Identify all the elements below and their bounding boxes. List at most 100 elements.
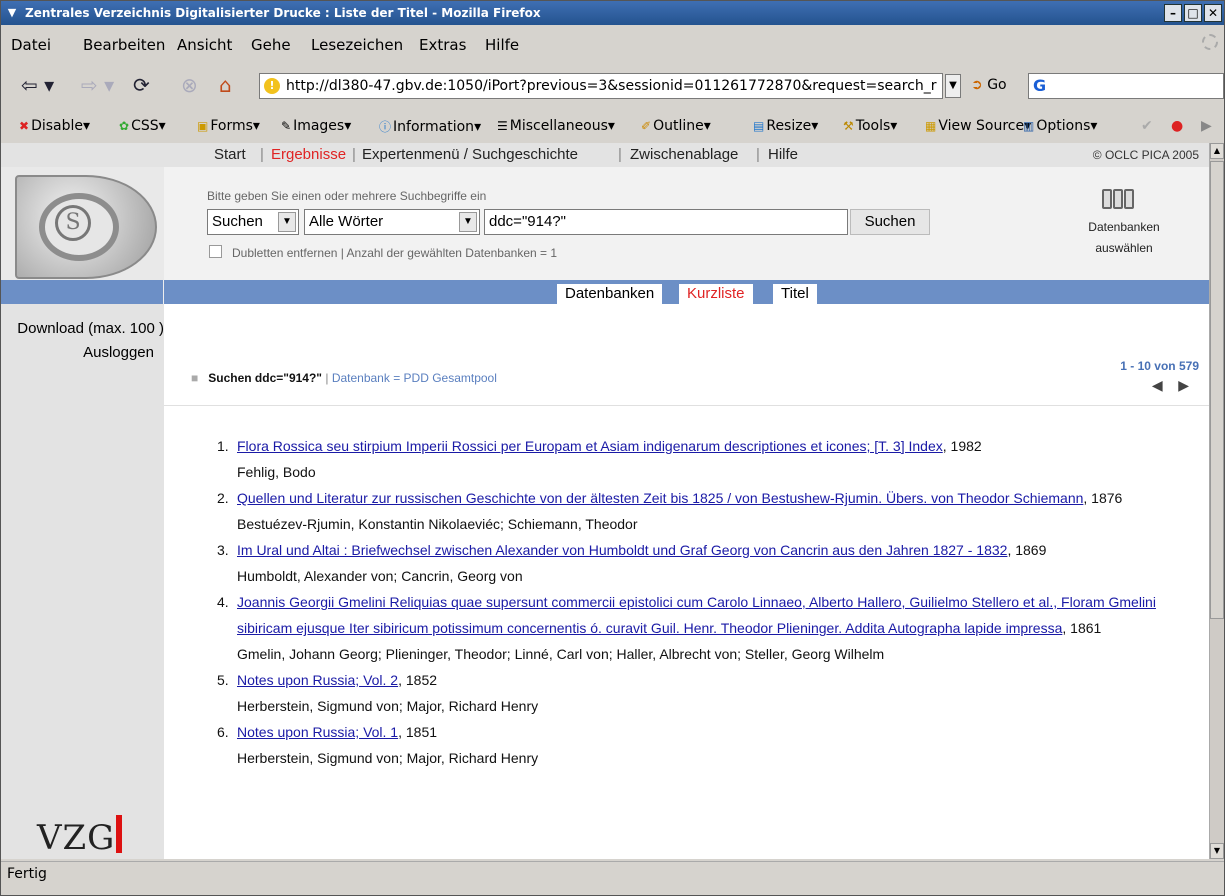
menu-gehe[interactable]: Gehe — [251, 36, 291, 54]
menu-datei[interactable]: Datei — [11, 36, 51, 54]
query-label: Suchen ddc="914?" — [208, 371, 322, 385]
nav-start[interactable]: Start — [214, 143, 246, 167]
menu-lesezeichen[interactable]: Lesezeichen — [311, 36, 403, 54]
information-icon: ⓘ — [379, 120, 392, 134]
disable-icon: ✖ — [19, 119, 30, 133]
list-item: 3. Im Ural und Altai : Briefwechsel zwis… — [217, 537, 1167, 589]
nav-zwischenablage[interactable]: Zwischenablage — [630, 143, 738, 167]
navigation-toolbar: ⇦ ▾ ⇨ ▾ ⟳ ⊗ ⌂ ! http://dl380-47.gbv.de:1… — [1, 65, 1224, 107]
go-button[interactable]: ➲ Go — [971, 77, 1007, 93]
result-title-link[interactable]: Notes upon Russia; Vol. 1 — [237, 724, 398, 740]
dev-tools-menu[interactable]: ⚒ Tools▾ — [843, 118, 897, 134]
next-page-icon[interactable]: ▶ — [1178, 377, 1189, 393]
dev-view-source-menu[interactable]: ▦ View Source▾ — [925, 118, 1031, 134]
toolbar-scroll-icon[interactable]: ▶ — [1201, 118, 1212, 134]
error-icon[interactable]: ● — [1171, 118, 1183, 134]
web-developer-toolbar: ✖ Disable▾ ✿ CSS▾ ▣ Forms▾ ✎ Images▾ ⓘ Inform… — [1, 109, 1224, 143]
zvdd-logo[interactable]: S — [15, 175, 157, 279]
throbber-icon — [1202, 34, 1218, 50]
logo-area: S — [1, 167, 164, 280]
search-mode-value: Alle Wörter — [309, 213, 384, 230]
prev-page-icon[interactable]: ◀ — [1152, 377, 1163, 393]
nav-separator: | — [618, 146, 622, 163]
tab-bar: Datenbanken Kurzliste Titel — [1, 280, 1209, 304]
dev-options-menu[interactable]: ▥ Options▾ — [1023, 118, 1097, 134]
window-menu-icon[interactable]: ▼ — [5, 6, 19, 20]
search-action-select[interactable]: Suchen ▼ — [207, 209, 299, 235]
close-button[interactable]: ✕ — [1204, 4, 1222, 22]
menu-bar: Datei Bearbeiten Ansicht Gehe Lesezeiche… — [1, 26, 1224, 62]
forward-icon[interactable]: ⇨ ▾ — [81, 73, 114, 97]
side-links: Download (max. 100 ) Ausloggen — [1, 317, 164, 365]
search-action-value: Suchen — [212, 213, 263, 230]
menu-hilfe[interactable]: Hilfe — [485, 36, 519, 54]
dev-disable-menu[interactable]: ✖ Disable▾ — [19, 118, 90, 134]
dev-css-menu[interactable]: ✿ CSS▾ — [119, 118, 166, 134]
database-select-link[interactable]: Datenbanken auswählen — [1084, 217, 1164, 259]
result-title-link[interactable]: Flora Rossica seu stirpium Imperii Rossi… — [237, 438, 943, 454]
result-authors: Bestuézev-Rjumin, Konstantin Nikolaeviéc… — [237, 516, 638, 532]
dev-information-menu[interactable]: ⓘ Information▾ — [379, 118, 481, 135]
vzg-logo[interactable]: VZG — [37, 815, 123, 858]
search-button[interactable]: Suchen — [850, 209, 930, 235]
menu-bearbeiten[interactable]: Bearbeiten — [83, 36, 165, 54]
status-bar: Fertig — [1, 861, 1224, 889]
menu-extras[interactable]: Extras — [419, 36, 466, 54]
dubletten-checkbox[interactable] — [209, 245, 222, 258]
download-link[interactable]: Download (max. 100 ) — [1, 317, 164, 341]
dev-information-label: Information — [393, 119, 475, 135]
url-dropdown-button[interactable]: ▼ — [945, 74, 961, 98]
tab-titel[interactable]: Titel — [773, 284, 817, 304]
dev-forms-menu[interactable]: ▣ Forms▾ — [197, 118, 260, 134]
site-info-icon: ! — [264, 78, 280, 94]
dev-outline-menu[interactable]: ✐ Outline▾ — [641, 118, 711, 134]
result-authors: Herberstein, Sigmund von; Major, Richard… — [237, 750, 539, 766]
url-input[interactable]: ! http://dl380-47.gbv.de:1050/iPort?prev… — [259, 73, 943, 99]
logo-inner: S — [39, 193, 119, 261]
logo-s-emblem: S — [55, 205, 91, 241]
nav-expertenmenue[interactable]: Expertenmenü / Suchgeschichte — [362, 143, 578, 167]
search-input[interactable]: ddc="914?" — [484, 209, 848, 235]
nav-hilfe[interactable]: Hilfe — [768, 143, 798, 167]
menu-ansicht[interactable]: Ansicht — [177, 36, 232, 54]
logout-link[interactable]: Ausloggen — [1, 341, 164, 365]
list-item: 6. Notes upon Russia; Vol. 1, 1851 Herbe… — [217, 719, 1167, 771]
dev-misc-menu[interactable]: ☰ Miscellaneous▾ — [497, 118, 615, 134]
dev-forms-label: Forms — [210, 118, 253, 134]
result-title-link[interactable]: Notes upon Russia; Vol. 2 — [237, 672, 398, 688]
database-icon[interactable] — [1102, 189, 1136, 211]
status-text: Fertig — [7, 866, 47, 882]
search-hint: Bitte geben Sie einen oder mehrere Suchb… — [207, 189, 487, 203]
result-title-link[interactable]: Quellen und Literatur zur russischen Ges… — [237, 490, 1083, 506]
scroll-thumb[interactable] — [1210, 161, 1224, 619]
dev-resize-label: Resize — [766, 118, 812, 134]
maximize-button[interactable]: □ — [1184, 4, 1202, 22]
google-search-input[interactable]: G — [1028, 73, 1224, 99]
nav-ergebnisse[interactable]: Ergebnisse — [271, 143, 346, 167]
nav-separator: | — [352, 146, 356, 163]
dev-images-menu[interactable]: ✎ Images▾ — [281, 118, 351, 134]
database-link[interactable]: Datenbank = PDD Gesamtpool — [332, 371, 497, 385]
scroll-up-icon[interactable]: ▲ — [1210, 143, 1224, 159]
reload-icon[interactable]: ⟳ — [133, 73, 150, 97]
outline-icon: ✐ — [641, 119, 652, 133]
result-title-link[interactable]: Im Ural und Altai : Briefwechsel zwische… — [237, 542, 1007, 558]
minimize-button[interactable]: – — [1164, 4, 1182, 22]
list-item: 1. Flora Rossica seu stirpium Imperii Ro… — [217, 433, 1167, 485]
stop-icon[interactable]: ⊗ — [181, 73, 198, 97]
dev-outline-label: Outline — [653, 118, 704, 134]
back-icon[interactable]: ⇦ ▾ — [21, 73, 54, 97]
result-authors: Humboldt, Alexander von; Cancrin, Georg … — [237, 568, 523, 584]
misc-icon: ☰ — [497, 119, 508, 133]
tab-kurzliste[interactable]: Kurzliste — [679, 284, 753, 304]
tab-datenbanken[interactable]: Datenbanken — [557, 284, 663, 304]
search-mode-select[interactable]: Alle Wörter ▼ — [304, 209, 480, 235]
scroll-down-icon[interactable]: ▼ — [1210, 843, 1224, 859]
dev-resize-menu[interactable]: ▤ Resize▾ — [753, 118, 818, 134]
dev-tools-label: Tools — [855, 118, 891, 134]
window-title: Zentrales Verzeichnis Digitalisierter Dr… — [25, 6, 541, 20]
home-icon[interactable]: ⌂ — [219, 73, 232, 97]
vertical-scrollbar[interactable]: ▲ ▼ — [1209, 143, 1224, 859]
result-title-link[interactable]: Joannis Georgii Gmelini Reliquias quae s… — [237, 594, 1156, 636]
validate-icon[interactable]: ✔ — [1141, 118, 1153, 134]
